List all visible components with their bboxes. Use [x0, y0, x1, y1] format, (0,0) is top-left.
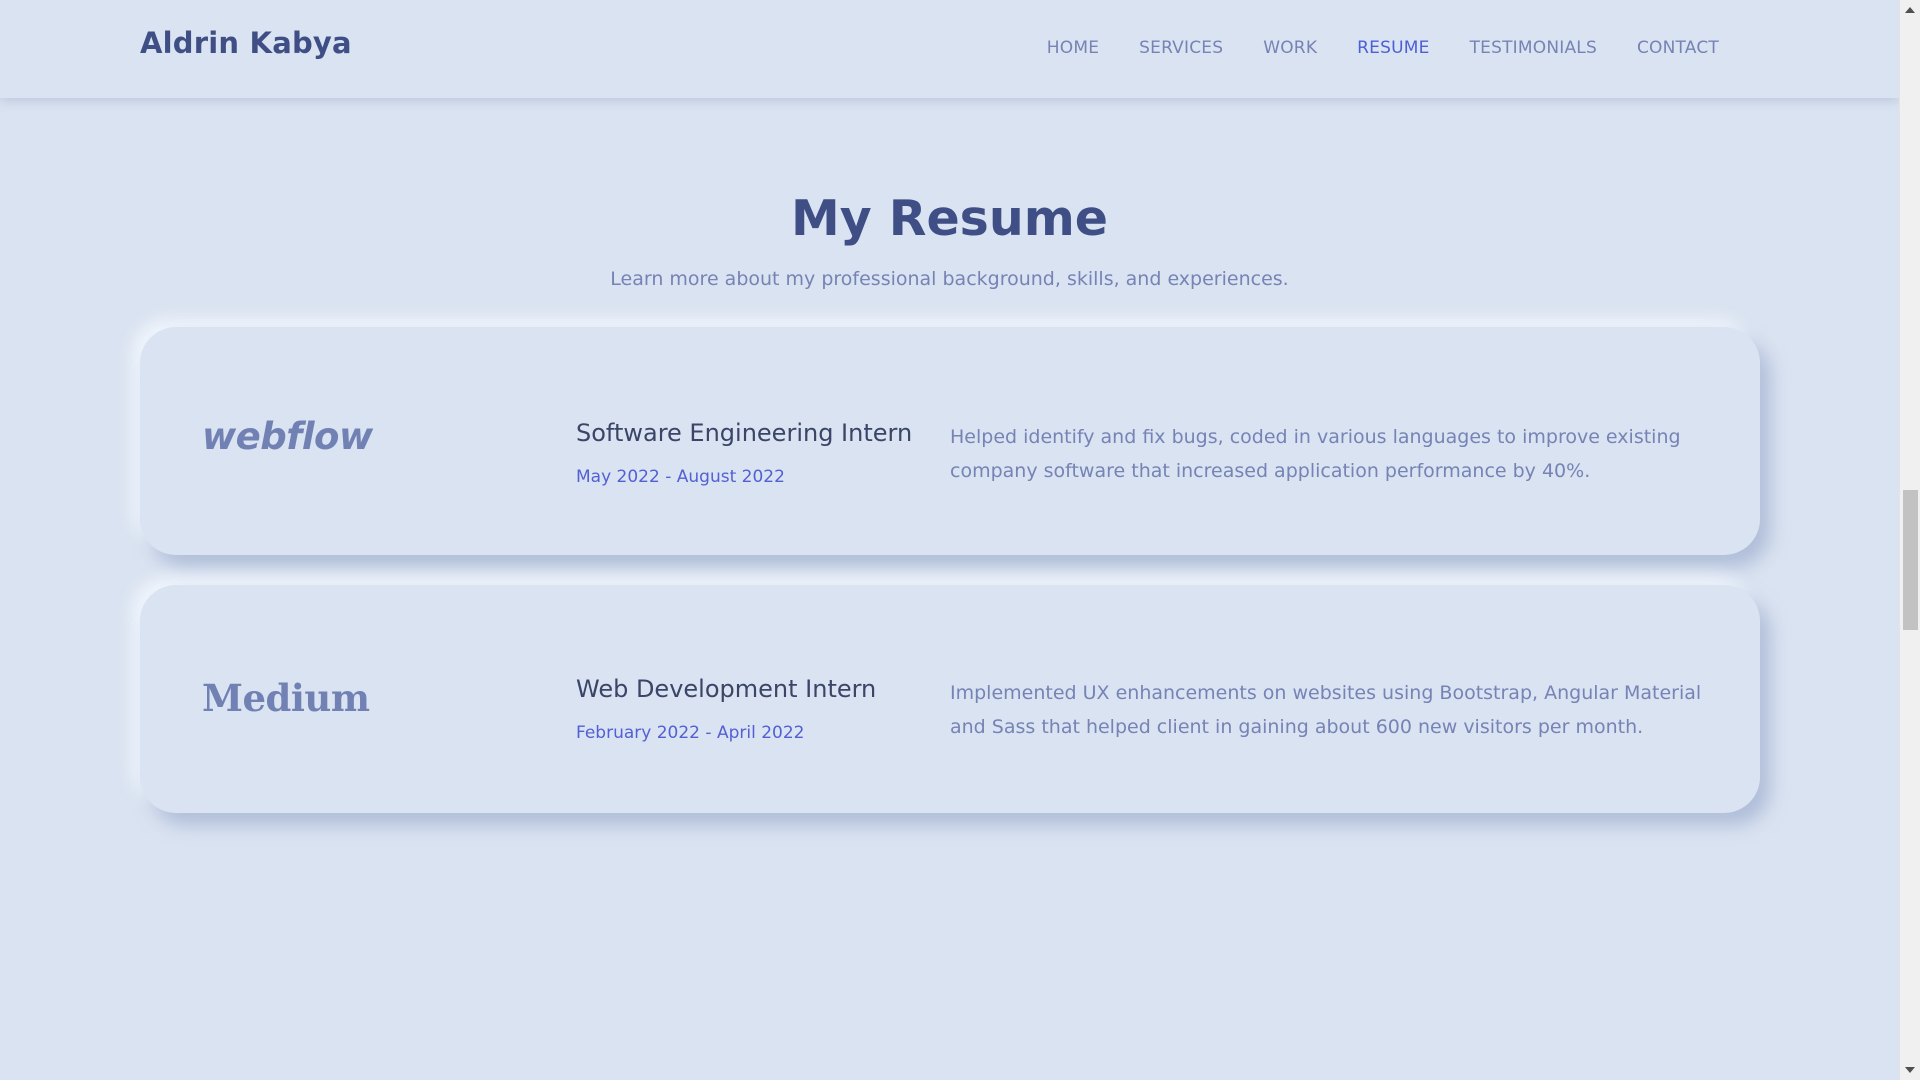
- nav-home[interactable]: HOME: [1027, 38, 1119, 58]
- resume-card: webflow Software Engineering Intern May …: [140, 327, 1760, 555]
- site-header: Aldrin Kabya HOME SERVICES WORK RESUME T…: [0, 0, 1899, 98]
- nav-resume[interactable]: RESUME: [1337, 38, 1449, 58]
- scrollbar-thumb[interactable]: [1903, 490, 1918, 630]
- main-nav: HOME SERVICES WORK RESUME TESTIMONIALS C…: [1027, 38, 1719, 58]
- nav-testimonials[interactable]: TESTIMONIALS: [1450, 38, 1617, 58]
- job-dates: February 2022 - April 2022: [576, 723, 805, 743]
- nav-services[interactable]: SERVICES: [1119, 38, 1243, 58]
- medium-logo: Medium: [202, 676, 370, 720]
- vertical-scrollbar[interactable]: [1899, 0, 1920, 1080]
- page: Aldrin Kabya HOME SERVICES WORK RESUME T…: [0, 0, 1920, 1080]
- scroll-down-arrow-icon[interactable]: [1900, 1060, 1920, 1080]
- scroll-up-arrow-icon[interactable]: [1900, 0, 1920, 20]
- job-title: Software Engineering Intern: [576, 419, 913, 447]
- nav-contact[interactable]: CONTACT: [1617, 38, 1719, 58]
- section-title: My Resume: [790, 190, 1109, 247]
- resume-card: Medium Web Development Intern February 2…: [140, 585, 1760, 813]
- job-dates: May 2022 - August 2022: [576, 467, 785, 487]
- nav-work[interactable]: WORK: [1243, 38, 1337, 58]
- brand-logo[interactable]: Aldrin Kabya: [140, 26, 352, 60]
- job-title: Web Development Intern: [576, 675, 877, 703]
- job-description: Implemented UX enhancements on websites …: [950, 682, 1702, 738]
- section-subtitle: Learn more about my professional backgro…: [610, 268, 1289, 290]
- webflow-logo: webflow: [202, 415, 373, 458]
- job-description: Helped identify and fix bugs, coded in v…: [950, 426, 1681, 482]
